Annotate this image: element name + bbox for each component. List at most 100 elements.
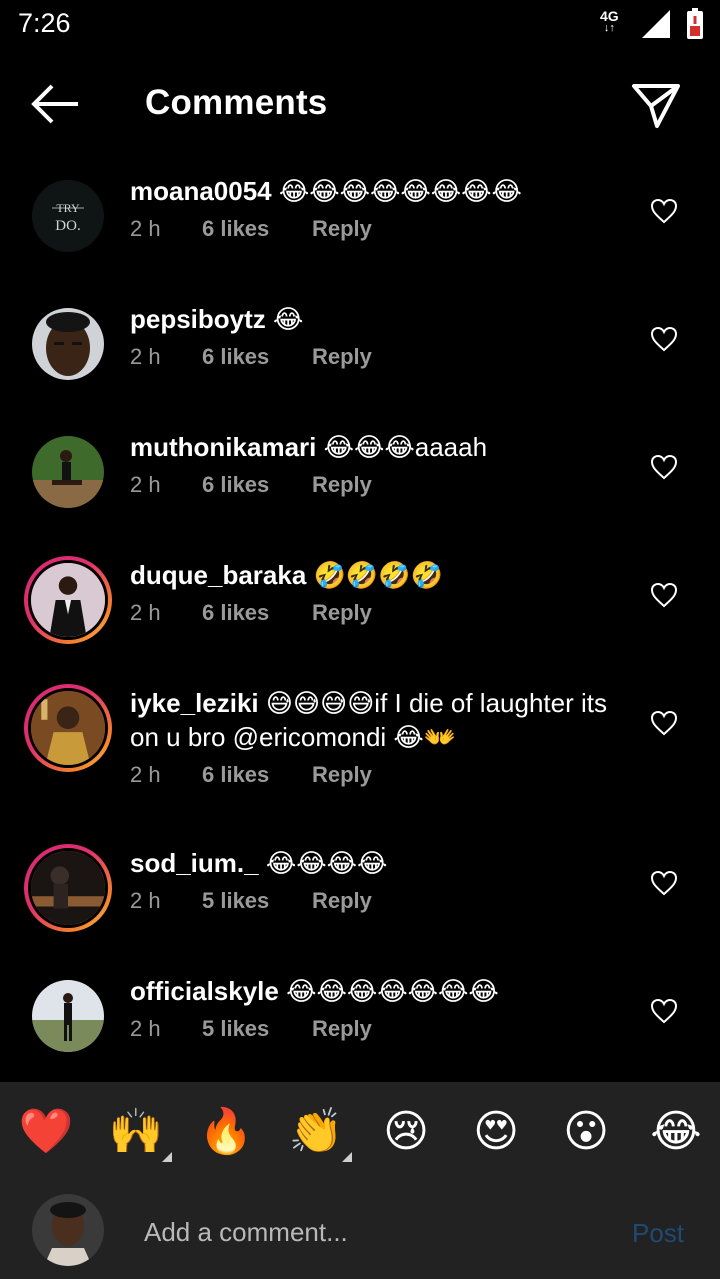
comment-meta: 2 h 6 likes Reply	[130, 472, 630, 498]
reply-button[interactable]: Reply	[312, 1016, 372, 1042]
reaction-clapping-hands[interactable]: 👏	[286, 1102, 352, 1162]
comment-age: 2 h	[130, 472, 161, 497]
like-heart-icon[interactable]	[650, 326, 678, 352]
likes-count[interactable]: 6 likes	[202, 762, 312, 788]
comment-age: 2 h	[130, 216, 161, 241]
reply-button[interactable]: Reply	[312, 472, 372, 498]
comment-text: duque_baraka 🤣🤣🤣🤣	[130, 558, 630, 592]
avatar-image	[32, 436, 104, 508]
avatar[interactable]	[32, 980, 104, 1052]
comment-age: 2 h	[130, 888, 161, 913]
reaction-fire[interactable]: 🔥	[196, 1102, 256, 1162]
send-direct-icon[interactable]	[630, 80, 682, 130]
comment-text: moana0054 😂😂😂😂😂😂😂😂	[130, 174, 630, 208]
comment-username[interactable]: muthonikamari	[130, 432, 316, 462]
reaction-tears-of-joy[interactable]: 😂	[646, 1102, 706, 1162]
skin-tone-indicator-icon	[342, 1152, 352, 1162]
avatar-image	[32, 980, 104, 1052]
comment-item: officialskyle 😂😂😂😂😂😂😂 2 h 5 likes Reply	[0, 968, 720, 1096]
comment-item: iyke_leziki 😅😅😅😅if I die of laughter its…	[0, 680, 720, 840]
avatar-story-ring[interactable]	[24, 844, 112, 932]
reaction-heart[interactable]: ❤️	[16, 1102, 76, 1162]
comment-username[interactable]: duque_baraka	[130, 560, 306, 590]
like-heart-icon[interactable]	[650, 454, 678, 480]
comment-username[interactable]: moana0054	[130, 176, 272, 206]
avatar-logo-line2: DO.	[55, 218, 80, 234]
comment-body: pepsiboytz 😂 2 h 6 likes Reply	[130, 302, 630, 370]
comment-composer-tray: ❤️ 🙌 🔥 👏 😢 😍 😮 😂 Post	[0, 1082, 720, 1279]
comment-username[interactable]: iyke_leziki	[130, 688, 259, 718]
comment-username[interactable]: sod_ium._	[130, 848, 259, 878]
comment-message: 😂😂😂😂😂😂😂😂	[271, 176, 522, 206]
reply-button[interactable]: Reply	[312, 344, 372, 370]
avatar[interactable]: TRY DO.	[32, 180, 104, 252]
comment-age: 2 h	[130, 1016, 161, 1041]
reaction-raised-hands[interactable]: 🙌	[106, 1102, 172, 1162]
likes-count[interactable]: 5 likes	[202, 1016, 312, 1042]
comment-body: moana0054 😂😂😂😂😂😂😂😂 2 h 6 likes Reply	[130, 174, 630, 242]
page-title: Comments	[145, 83, 328, 122]
comment-input[interactable]	[144, 1214, 604, 1250]
comment-text: iyke_leziki 😅😅😅😅if I die of laughter its…	[130, 686, 630, 754]
like-heart-icon[interactable]	[650, 710, 678, 736]
avatar-story-ring[interactable]	[24, 684, 112, 772]
battery-icon	[687, 8, 703, 39]
comment-message: 🤣🤣🤣🤣	[306, 560, 444, 590]
avatar-image	[31, 851, 105, 925]
likes-count[interactable]: 6 likes	[202, 472, 312, 498]
likes-count[interactable]: 6 likes	[202, 600, 312, 626]
comment-message: 😂😂😂😂😂😂😂	[278, 976, 499, 1006]
avatar-story-ring[interactable]	[24, 556, 112, 644]
likes-count[interactable]: 5 likes	[202, 888, 312, 914]
comment-body: muthonikamari 😂😂😂aaaah 2 h 6 likes Reply	[130, 430, 630, 498]
comment-body: iyke_leziki 😅😅😅😅if I die of laughter its…	[130, 686, 630, 788]
avatar-image	[32, 308, 104, 380]
comment-message: 😂😂😂😂	[258, 848, 388, 878]
comment-text: pepsiboytz 😂	[130, 302, 630, 336]
reply-button[interactable]: Reply	[312, 216, 372, 242]
avatar[interactable]	[32, 436, 104, 508]
comment-item: muthonikamari 😂😂😂aaaah 2 h 6 likes Reply	[0, 424, 720, 552]
comment-message: 😂😂😂aaaah	[316, 432, 488, 462]
raised-hands-emoji: 🙌	[108, 1106, 164, 1157]
app-bar: Comments	[0, 60, 720, 150]
comment-item: pepsiboytz 😂 2 h 6 likes Reply	[0, 296, 720, 424]
status-bar: 7:26 4G ↓↑	[0, 0, 720, 50]
comment-body: sod_ium._ 😂😂😂😂 2 h 5 likes Reply	[130, 846, 630, 914]
comment-meta: 2 h 6 likes Reply	[130, 344, 630, 370]
comment-age: 2 h	[130, 600, 161, 625]
comment-username[interactable]: officialskyle	[130, 976, 279, 1006]
comment-text: sod_ium._ 😂😂😂😂	[130, 846, 630, 880]
quick-reactions-bar: ❤️ 🙌 🔥 👏 😢 😍 😮 😂	[0, 1102, 720, 1162]
reply-button[interactable]: Reply	[312, 888, 372, 914]
comment-meta: 2 h 6 likes Reply	[130, 600, 630, 626]
likes-count[interactable]: 6 likes	[202, 216, 312, 242]
like-heart-icon[interactable]	[650, 198, 678, 224]
signal-icon	[642, 10, 670, 38]
likes-count[interactable]: 6 likes	[202, 344, 312, 370]
reaction-surprised-face[interactable]: 😮	[556, 1102, 616, 1162]
comment-username[interactable]: pepsiboytz	[130, 304, 266, 334]
like-heart-icon[interactable]	[650, 998, 678, 1024]
post-button[interactable]: Post	[632, 1218, 684, 1249]
like-heart-icon[interactable]	[650, 582, 678, 608]
comment-meta: 2 h 5 likes Reply	[130, 1016, 630, 1042]
comment-text: muthonikamari 😂😂😂aaaah	[130, 430, 630, 464]
comment-meta: 2 h 6 likes Reply	[130, 762, 630, 788]
reaction-crying-face[interactable]: 😢	[376, 1102, 436, 1162]
like-heart-icon[interactable]	[650, 870, 678, 896]
comment-age: 2 h	[130, 344, 161, 369]
back-arrow-icon[interactable]	[30, 82, 82, 126]
reaction-heart-eyes[interactable]: 😍	[466, 1102, 526, 1162]
avatar[interactable]	[32, 308, 104, 380]
avatar-image	[31, 691, 105, 765]
comment-text: officialskyle 😂😂😂😂😂😂😂	[130, 974, 630, 1008]
avatar-image-logo: TRY DO.	[32, 180, 104, 252]
comment-body: officialskyle 😂😂😂😂😂😂😂 2 h 5 likes Reply	[130, 974, 630, 1042]
reply-button[interactable]: Reply	[312, 762, 372, 788]
comment-message: 😂	[265, 304, 304, 334]
avatar-image	[31, 563, 105, 637]
reply-button[interactable]: Reply	[312, 600, 372, 626]
network-indicator: 4G ↓↑	[600, 9, 619, 34]
status-time: 7:26	[18, 8, 71, 38]
